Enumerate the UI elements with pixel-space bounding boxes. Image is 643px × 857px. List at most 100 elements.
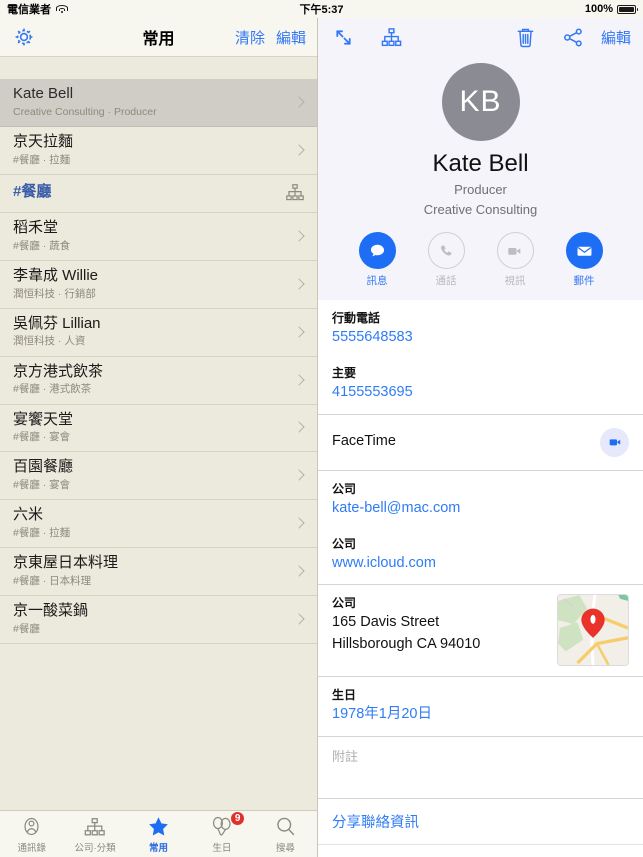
list-item[interactable]: 京東屋日本料理 #餐廳 · 日本料理	[0, 548, 317, 597]
tab-生日[interactable]: 9 生日	[190, 810, 253, 854]
share-nodes-icon[interactable]	[561, 25, 587, 51]
field-mobile-value[interactable]: 5555648583	[332, 327, 629, 349]
favorites-pane: 常用 清除 編輯 Kate Bell Creative Consulting · …	[0, 18, 318, 857]
contact-name: Kate Bell	[432, 150, 529, 177]
balloons-icon: 9	[209, 810, 246, 838]
field-birthday[interactable]: 生日 1978年1月20日	[318, 677, 643, 738]
field-url-value[interactable]: www.icloud.com	[332, 553, 629, 575]
field-notes[interactable]: 附註	[318, 737, 643, 800]
contacts-app: 電信業者 下午5:37 100% 常用 清除 編輯 Kate Bell Crea…	[0, 0, 643, 857]
address-line-1: 165 Davis Street	[332, 614, 440, 631]
favorites-list: Kate Bell Creative Consulting · Producer 京…	[0, 57, 317, 810]
tab-常用[interactable]: 常用	[127, 815, 190, 854]
action-mail[interactable]: 郵件	[565, 232, 603, 288]
avatar: KB	[441, 63, 520, 141]
field-facetime[interactable]: FaceTime	[318, 415, 643, 471]
field-email[interactable]: 公司 kate-bell@mac.com	[318, 471, 643, 526]
contact-header: KB Kate Bell Producer Creative Consultin…	[318, 57, 643, 301]
field-url[interactable]: 公司 www.icloud.com	[318, 526, 643, 586]
action-video[interactable]: 視訊	[496, 232, 534, 288]
list-item-text: 京方港式飲茶 #餐廳 · 港式飲茶	[13, 363, 295, 397]
action-call[interactable]: 通話	[427, 232, 465, 288]
list-item[interactable]: 宴饗天堂 #餐廳 · 宴會	[0, 405, 317, 453]
action-message[interactable]: 訊息	[358, 232, 396, 288]
field-birthday-value[interactable]: 1978年1月20日	[332, 704, 629, 726]
list-item-subtitle: #餐廳	[13, 622, 40, 635]
list-item[interactable]: Kate Bell Creative Consulting · Producer	[0, 79, 317, 127]
list-item-text: 宴饗天堂 #餐廳 · 宴會	[13, 411, 295, 445]
list-item-title: 李韋成 Willie	[13, 266, 98, 284]
list-item-title: 京一酸菜鍋	[13, 602, 89, 620]
list-item-subtitle: #餐廳 · 拉麵	[13, 153, 71, 166]
list-item[interactable]: 六米 #餐廳 · 拉麵	[0, 500, 317, 549]
list-item-text: 李韋成 Willie 潤恒科技 · 行銷部	[13, 267, 295, 301]
tab-搜尋[interactable]: 搜尋	[254, 815, 317, 854]
tab-公司·分類[interactable]: 公司·分類	[63, 815, 126, 854]
video-camera-icon	[609, 439, 620, 446]
left-nav-actions: 清除 編輯	[235, 27, 306, 48]
facetime-video-button[interactable]	[600, 427, 629, 457]
edit-button[interactable]: 編輯	[276, 27, 306, 48]
contact-company: Creative Consulting	[423, 202, 538, 218]
field-main-value[interactable]: 4155553695	[332, 382, 629, 404]
list-item-text: 六米 #餐廳 · 拉麵	[13, 506, 295, 540]
split-view: 常用 清除 編輯 Kate Bell Creative Consulting · …	[0, 18, 643, 857]
list-item[interactable]: 京一酸菜鍋 #餐廳	[0, 596, 317, 645]
clear-button[interactable]: 清除	[235, 27, 265, 48]
list-item-subtitle: #餐廳 · 港式飲茶	[13, 383, 92, 396]
list-item-text: 吳佩芬 Lillian 潤恒科技 · 人資	[13, 315, 295, 349]
list-item-group[interactable]: #餐廳	[0, 175, 317, 213]
org-chart-icon[interactable]	[378, 25, 404, 51]
list-item-subtitle: #餐廳 · 拉麵	[13, 527, 71, 540]
message-bubble-icon	[358, 232, 396, 270]
list-item[interactable]: 稻禾堂 #餐廳 · 蔬食	[0, 213, 317, 261]
share-my-location-button[interactable]: 分享我的位置	[318, 845, 643, 857]
chevron-right-icon	[293, 278, 305, 290]
list-item-text: Kate Bell Creative Consulting · Producer	[13, 85, 295, 119]
action-call-label: 通話	[435, 275, 457, 288]
chevron-right-icon	[293, 421, 305, 434]
search-icon	[274, 815, 297, 838]
list-item-subtitle: #餐廳 · 宴會	[13, 431, 71, 444]
field-email-value[interactable]: kate-bell@mac.com	[332, 498, 629, 520]
chevron-right-icon	[293, 373, 305, 386]
org-chart-icon	[284, 183, 306, 202]
field-main-phone[interactable]: 主要 4155553695	[318, 355, 643, 415]
chevron-right-icon	[293, 469, 305, 482]
action-mail-label: 郵件	[573, 275, 595, 288]
quick-actions: 訊息 通話 視訊 郵件	[358, 232, 603, 288]
list-item-title: #餐廳	[13, 183, 52, 201]
list-item[interactable]: 京方港式飲茶 #餐廳 · 港式飲茶	[0, 357, 317, 405]
list-item-subtitle: #餐廳 · 蔬食	[13, 239, 71, 252]
detail-edit-button[interactable]: 編輯	[601, 27, 631, 48]
list-item[interactable]: 百園餐廳 #餐廳 · 宴會	[0, 452, 317, 501]
expand-arrows-icon[interactable]	[330, 25, 356, 51]
list-item[interactable]: 吳佩芬 Lillian 潤恒科技 · 人資	[0, 309, 317, 357]
list-item-subtitle: #餐廳 · 宴會	[13, 479, 71, 492]
list-item-title: 京東屋日本料理	[13, 554, 119, 572]
field-mobile-phone[interactable]: 行動電話 5555648583	[318, 300, 643, 355]
list-item[interactable]: 李韋成 Willie 潤恒科技 · 行銷部	[0, 261, 317, 309]
envelope-icon	[565, 232, 603, 270]
left-nav-bar: 常用 清除 編輯	[0, 18, 317, 57]
share-contact-button[interactable]: 分享聯絡資訊	[318, 799, 643, 846]
list-item-title: 京天拉麵	[13, 132, 74, 150]
list-item-title: 吳佩芬 Lillian	[13, 314, 101, 332]
tab-label: 生日	[212, 842, 232, 854]
contact-detail-pane: 編輯 KB Kate Bell Producer Creative Consul…	[318, 18, 643, 857]
list-item[interactable]: 京天拉麵 #餐廳 · 拉麵	[0, 127, 317, 175]
tab-badge: 9	[229, 810, 246, 826]
trash-icon[interactable]	[513, 25, 539, 51]
tab-通訊錄[interactable]: 通訊錄	[0, 815, 63, 854]
field-birthday-label: 生日	[332, 688, 357, 703]
tab-label: 搜尋	[275, 842, 295, 854]
gear-icon[interactable]	[11, 24, 37, 50]
chevron-right-icon	[293, 144, 305, 156]
action-video-label: 視訊	[504, 275, 526, 288]
contact-job-title: Producer	[454, 182, 507, 197]
map-thumbnail[interactable]	[557, 594, 629, 667]
list-item-text: 京東屋日本料理 #餐廳 · 日本料理	[13, 554, 295, 588]
field-mobile-label: 行動電話	[332, 311, 381, 326]
field-address[interactable]: 公司 165 Davis Street Hillsborough CA 9401…	[318, 585, 643, 678]
field-email-label: 公司	[332, 481, 357, 496]
